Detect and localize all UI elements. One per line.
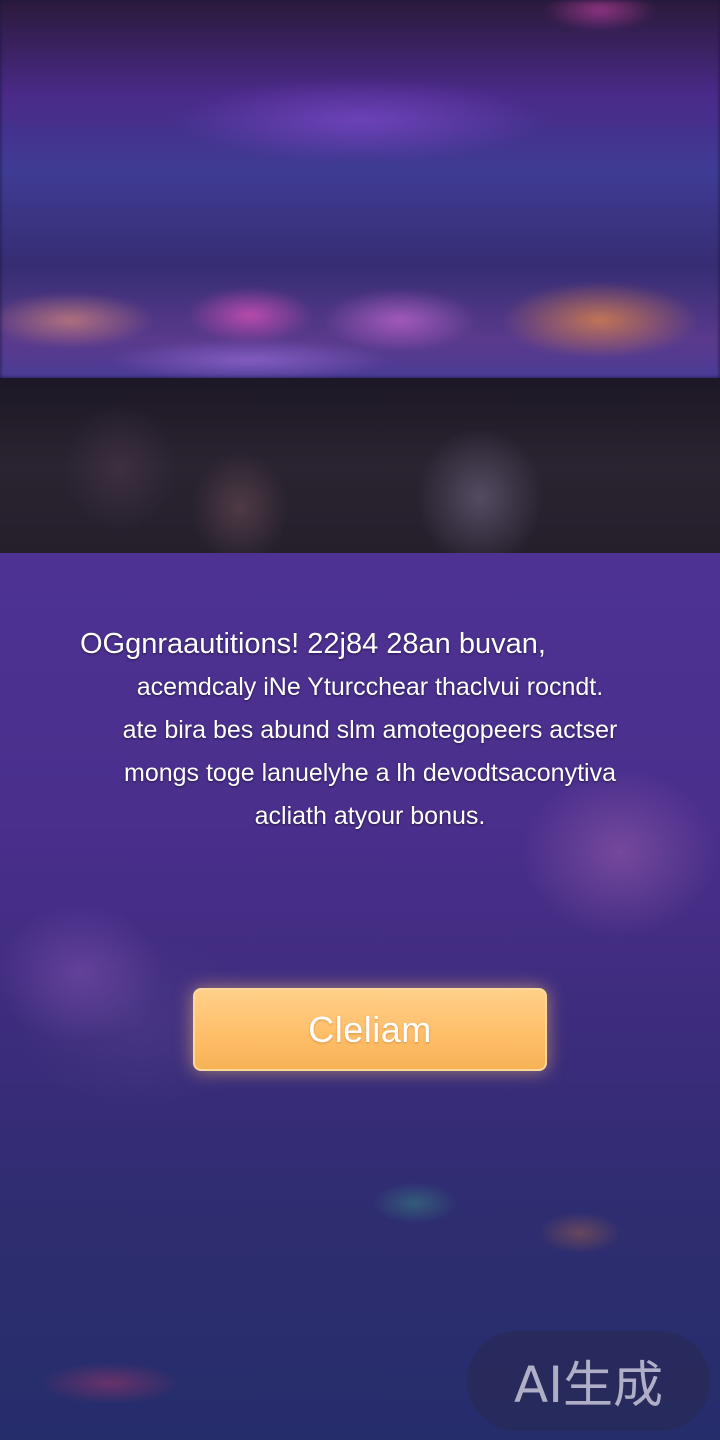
ai-generated-watermark: AI生成 (467, 1331, 710, 1431)
message-line: ate bira bes abund slm amotegopeers acts… (122, 716, 618, 744)
message-title: OGgnraautitions! 22j84 28an buvan, (80, 628, 546, 660)
background-dark-band (0, 378, 720, 553)
message-line: acemdcaly iNe Yturcchear thaclvui rocndt… (136, 673, 604, 701)
bonus-message: OGgnraautitions! 22j84 28an buvan, acemd… (70, 622, 670, 838)
message-line: mongs toge lanuelyhe a lh devodtsaconyti… (124, 759, 616, 787)
background-blurred-banner (0, 0, 720, 378)
message-line: acliath atyour bonus. (254, 802, 486, 830)
claim-button-label: Cleliam (308, 1008, 432, 1050)
claim-button[interactable]: Cleliam (193, 988, 547, 1071)
watermark-label: AI生成 (514, 1356, 663, 1414)
promo-screen: OGgnraautitions! 22j84 28an buvan, acemd… (0, 0, 720, 1440)
